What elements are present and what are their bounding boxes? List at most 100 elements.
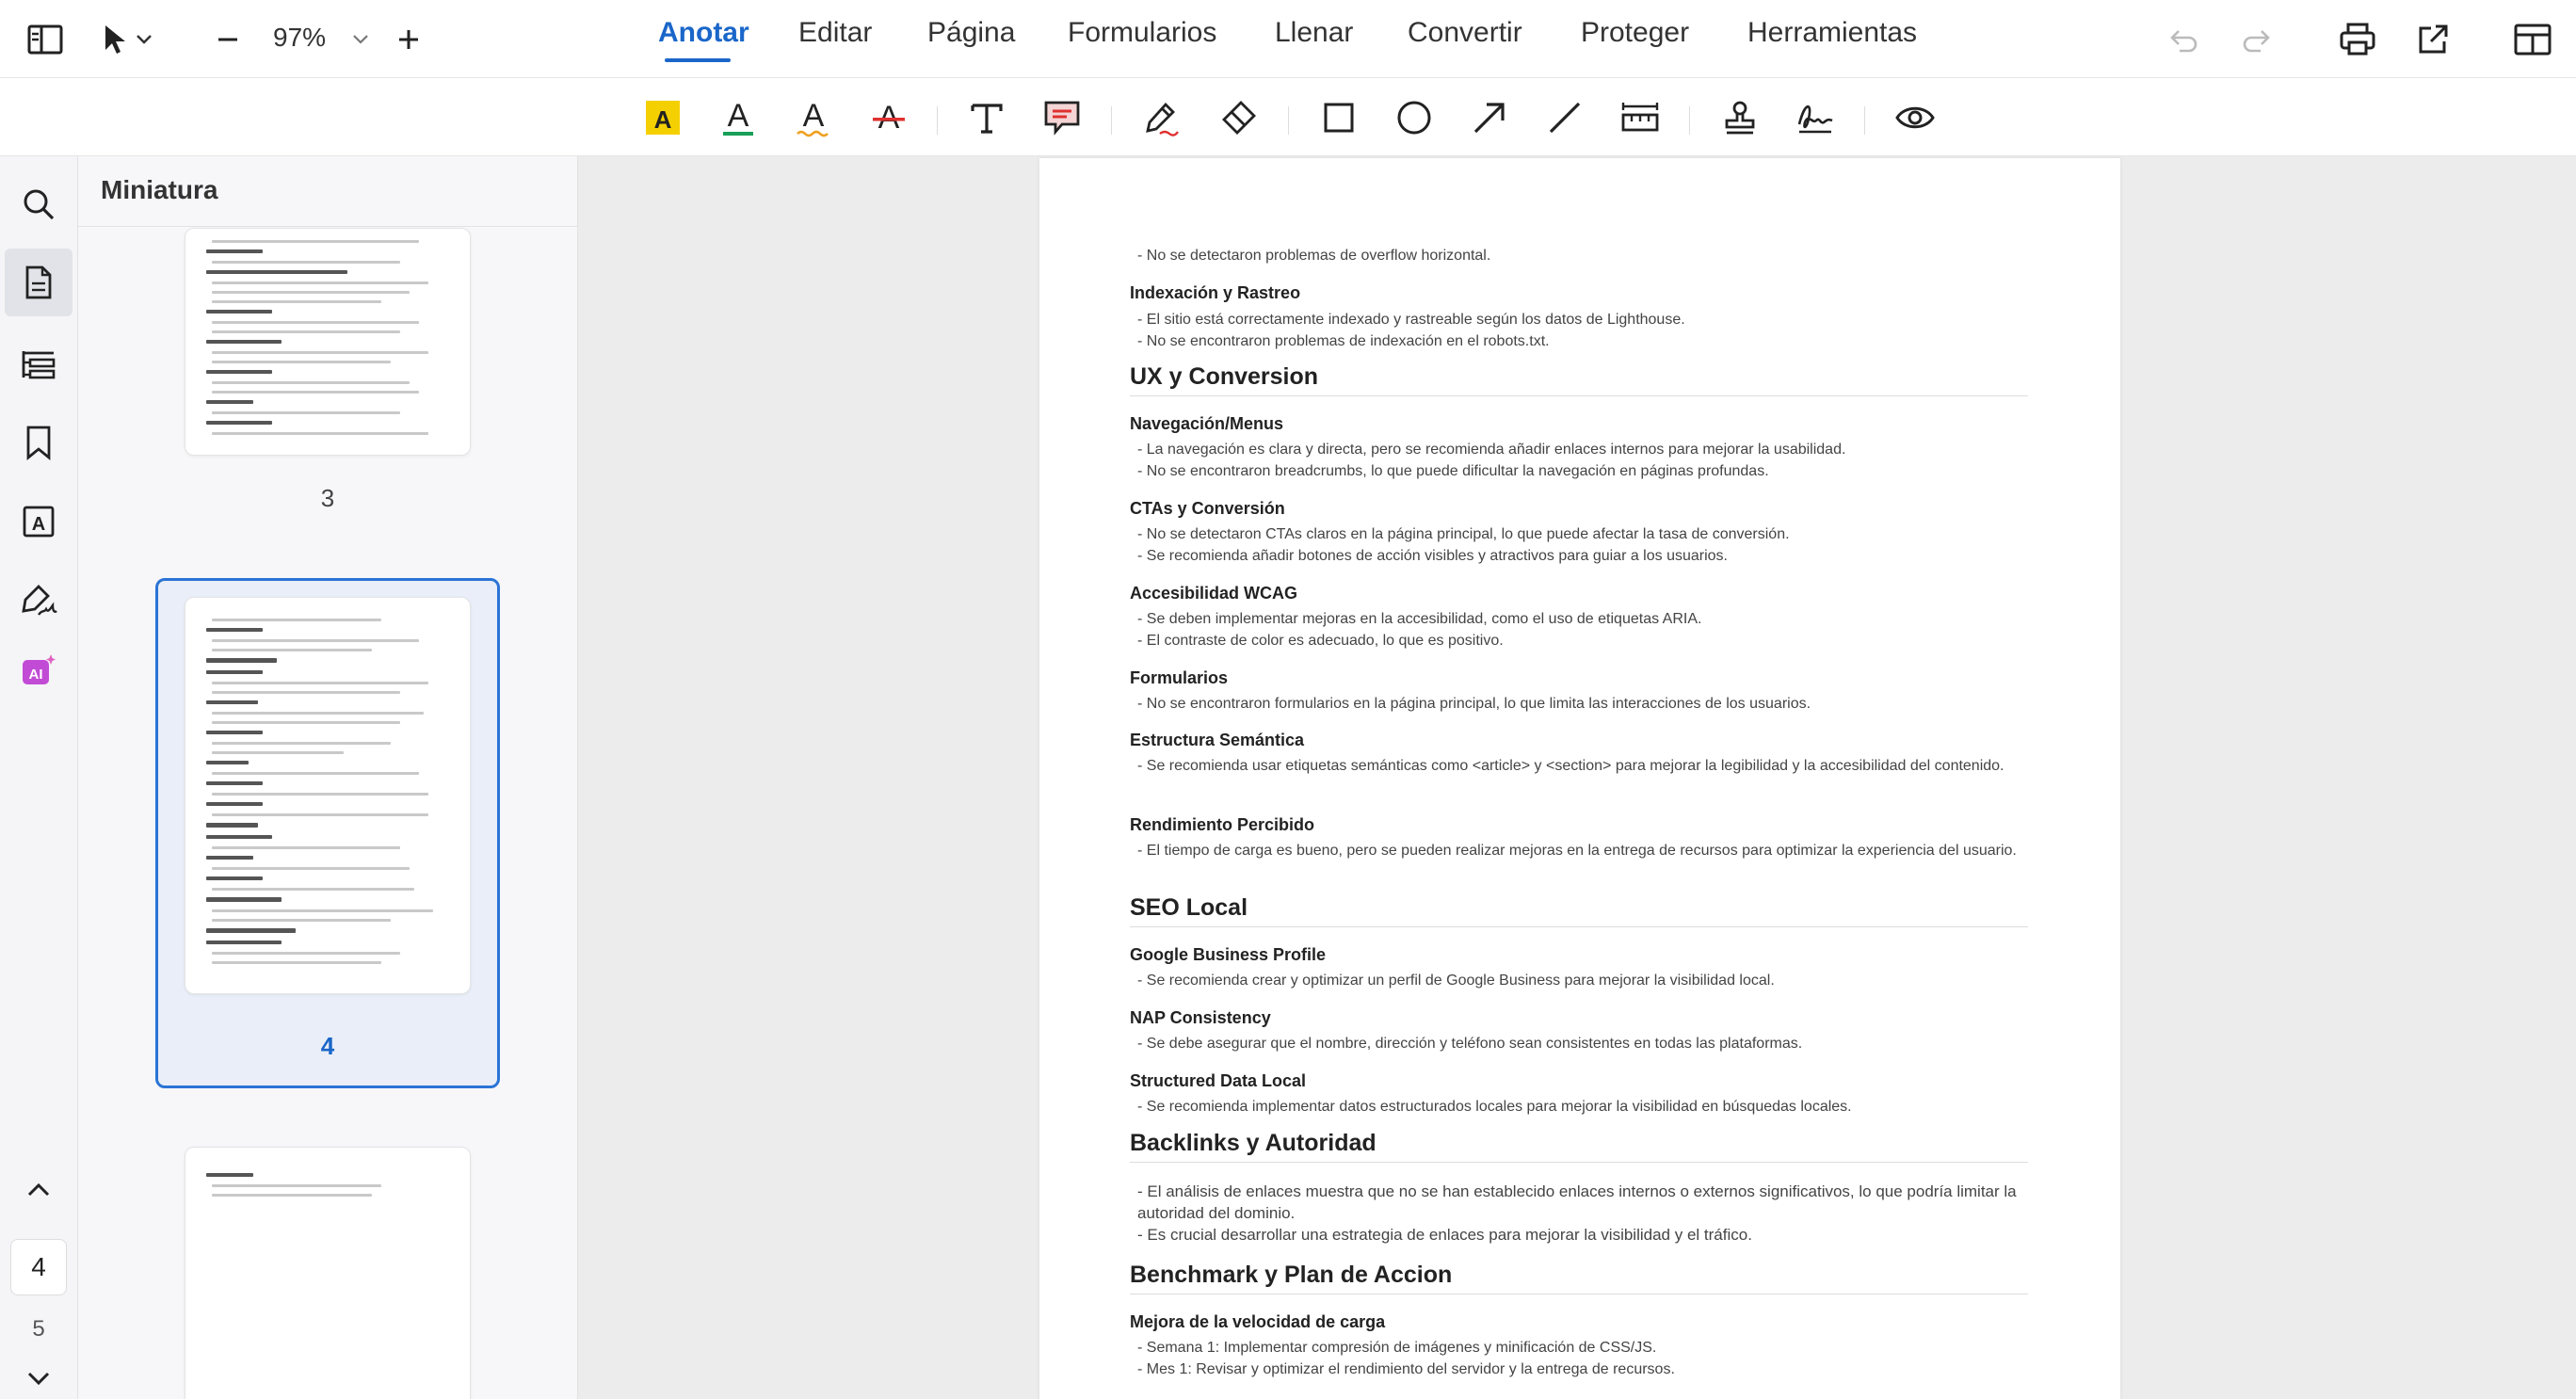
doc-section-title: Backlinks y Autoridad xyxy=(1130,1130,1377,1156)
doc-text: - El sitio está correctamente indexado y… xyxy=(1137,312,1685,328)
layout-icon xyxy=(2514,24,2552,56)
doc-text: - No se encontraron problemas de indexac… xyxy=(1137,333,1550,349)
tab-herramientas[interactable]: Herramientas xyxy=(1747,17,1917,49)
svg-text:A: A xyxy=(803,98,825,134)
doc-text: - Se recomienda añadir botones de acción… xyxy=(1137,548,1728,564)
arrow-icon xyxy=(1472,100,1507,136)
undo-button[interactable] xyxy=(2158,13,2207,66)
tab-formularios[interactable]: Formularios xyxy=(1068,17,1216,49)
pen-icon xyxy=(1143,99,1181,137)
undo-icon xyxy=(2166,26,2198,53)
doc-text: - El análisis de enlaces muestra que no … xyxy=(1137,1182,2017,1222)
print-button[interactable] xyxy=(2331,13,2384,66)
outline-list-icon xyxy=(21,348,56,380)
doc-heading: Estructura Semántica xyxy=(1130,731,1305,749)
stamp-tool[interactable] xyxy=(1714,91,1766,144)
sidebar-toggle-icon[interactable] xyxy=(19,13,72,66)
thumbnail-page-4[interactable] xyxy=(185,597,471,994)
squiggly-icon: A xyxy=(795,97,832,138)
rail-annotations-button[interactable]: A xyxy=(5,488,72,555)
doc-text: - La navegación es clara y directa, pero… xyxy=(1137,442,1846,458)
rail-outline-button[interactable] xyxy=(5,330,72,398)
next-page-number[interactable]: 5 xyxy=(0,1316,77,1343)
tab-llenar[interactable]: Llenar xyxy=(1275,17,1353,49)
ellipse-tool[interactable] xyxy=(1388,91,1441,144)
doc-heading: Formularios xyxy=(1130,668,1229,687)
doc-text: - El contraste de color es adecuado, lo … xyxy=(1137,633,1504,649)
chevron-up-icon xyxy=(26,1182,51,1198)
panel-title: Miniatura xyxy=(101,175,218,204)
doc-text: - No se detectaron CTAs claros en la pág… xyxy=(1137,526,1790,542)
underline-icon: A xyxy=(719,97,757,138)
top-bar: 97% Anotar Editar Página Formularios Lle… xyxy=(0,0,2576,78)
thumbnail-panel: Miniatura 3 4 xyxy=(78,156,578,1399)
strikethrough-text-tool[interactable]: A xyxy=(862,91,915,144)
layout-button[interactable] xyxy=(2506,13,2559,66)
rail-search-button[interactable] xyxy=(5,170,72,238)
zoom-in-button[interactable] xyxy=(388,13,429,66)
tab-convertir[interactable]: Convertir xyxy=(1408,17,1522,49)
eraser-tool[interactable] xyxy=(1213,91,1265,144)
pen-tool[interactable] xyxy=(1135,91,1188,144)
prev-page-button[interactable] xyxy=(5,1164,72,1216)
arrow-tool[interactable] xyxy=(1463,91,1516,144)
rail-bookmarks-button[interactable] xyxy=(5,409,72,476)
rail-thumbnails-button[interactable] xyxy=(5,249,72,316)
text-box-tool[interactable] xyxy=(960,91,1013,144)
svg-text:AI: AI xyxy=(29,667,43,683)
highlight-text-tool[interactable]: A xyxy=(636,91,689,144)
svg-text:A: A xyxy=(728,98,749,134)
tab-anotar[interactable]: Anotar xyxy=(658,17,749,49)
measure-tool[interactable] xyxy=(1614,91,1666,144)
eye-icon xyxy=(1895,104,1935,132)
thumbnail-page-5[interactable] xyxy=(185,1147,471,1399)
tab-editar[interactable]: Editar xyxy=(798,17,872,49)
thumbnail-page-3[interactable] xyxy=(185,228,471,456)
doc-heading: Indexación y Rastreo xyxy=(1130,283,1301,302)
ai-assistant-icon: AI xyxy=(20,652,57,688)
zoom-out-button[interactable] xyxy=(207,13,249,66)
doc-text: - No se encontraron breadcrumbs, lo que … xyxy=(1137,463,1769,479)
cursor-arrow-icon xyxy=(102,24,130,56)
tab-proteger[interactable]: Proteger xyxy=(1581,17,1689,49)
zoom-level[interactable]: 97% xyxy=(273,23,326,53)
doc-heading: NAP Consistency xyxy=(1130,1008,1271,1027)
signature-tool[interactable] xyxy=(1789,91,1842,144)
signature-pen-icon xyxy=(20,583,57,619)
next-page-button[interactable] xyxy=(5,1358,72,1399)
redo-button[interactable] xyxy=(2233,13,2282,66)
doc-text: - No se encontraron formularios en la pá… xyxy=(1137,696,1811,712)
stamp-icon xyxy=(1722,100,1758,136)
zoom-dropdown-chevron-icon[interactable] xyxy=(345,13,377,66)
show-hide-annotations-button[interactable] xyxy=(1889,91,1941,144)
select-tool-button[interactable] xyxy=(94,13,160,66)
doc-text: - Se recomienda usar etiquetas semántica… xyxy=(1137,758,2004,774)
line-tool[interactable] xyxy=(1538,91,1591,144)
document-canvas[interactable]: - No se detectaron problemas de overflow… xyxy=(578,156,2576,1399)
rail-signatures-button[interactable] xyxy=(5,567,72,635)
strikethrough-icon: A xyxy=(870,97,908,138)
rectangle-tool[interactable] xyxy=(1312,91,1365,144)
share-button[interactable] xyxy=(2407,13,2459,66)
current-page-input[interactable]: 4 xyxy=(10,1239,67,1295)
doc-text: - Se debe asegurar que el nombre, direcc… xyxy=(1137,1036,1803,1052)
doc-heading: Mejora de la velocidad de carga xyxy=(1130,1312,1386,1331)
doc-text: - Mes 1: Revisar y optimizar el rendimie… xyxy=(1137,1361,1675,1377)
external-share-icon xyxy=(2416,23,2450,56)
doc-text: - Se recomienda implementar datos estruc… xyxy=(1137,1099,1852,1115)
comment-tool[interactable] xyxy=(1036,91,1088,144)
doc-text: - Se deben implementar mejoras en la acc… xyxy=(1137,611,1702,627)
circle-icon xyxy=(1396,100,1432,136)
line-icon xyxy=(1547,100,1583,136)
underline-text-tool[interactable]: A xyxy=(712,91,765,144)
rail-ai-assistant-button[interactable]: AI xyxy=(5,636,72,704)
tab-pagina[interactable]: Página xyxy=(927,17,1015,49)
squiggly-text-tool[interactable]: A xyxy=(787,91,840,144)
signature-icon xyxy=(1795,100,1835,136)
minus-icon xyxy=(216,27,240,52)
chevron-down-icon xyxy=(26,1371,51,1386)
doc-text: - Semana 1: Implementar compresión de im… xyxy=(1137,1340,1657,1356)
doc-heading: CTAs y Conversión xyxy=(1130,499,1285,518)
bookmark-icon xyxy=(24,425,53,460)
annotation-toolbar: A A A A xyxy=(0,78,2576,156)
